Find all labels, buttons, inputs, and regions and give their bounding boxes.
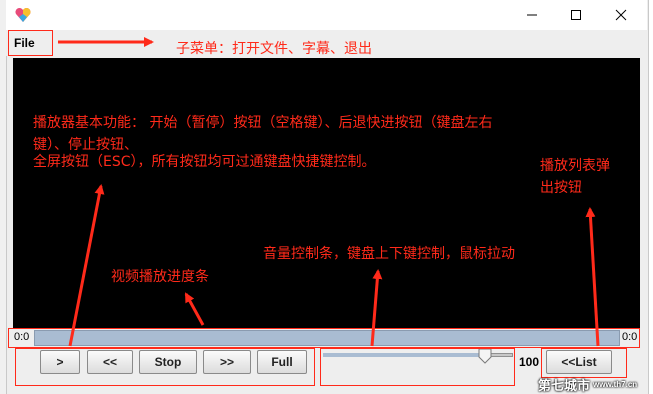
arrow-playlist: [585, 207, 600, 347]
annotation-submenu: 子菜单：打开文件、字幕、退出: [176, 41, 372, 57]
watermark-text: 第七城市: [538, 378, 591, 393]
arrow-volume: [370, 269, 383, 347]
watermark-url: www.th7.cn: [593, 380, 638, 389]
annotation-basic-line3: 全屏按钮（ESC），所有按钮均可过通键盘快捷键控制。: [33, 154, 376, 170]
annotation-basic-line1: 播放器基本功能： 开始（暂停）按钮（空格键）、后退快进按钮（键盘左右: [33, 115, 493, 131]
annotation-playlist-line1: 播放列表弹: [540, 158, 610, 174]
annotation-playlist-line2: 出按钮: [540, 180, 582, 196]
site-watermark: 第七城市 www.th7.cn: [535, 374, 653, 394]
arrow-buttons: [68, 184, 105, 347]
annotation-progress: 视频播放进度条: [111, 269, 209, 285]
arrow-progress: [184, 292, 205, 326]
annotation-volume: 音量控制条，键盘上下键控制，鼠标拉动: [263, 246, 515, 262]
